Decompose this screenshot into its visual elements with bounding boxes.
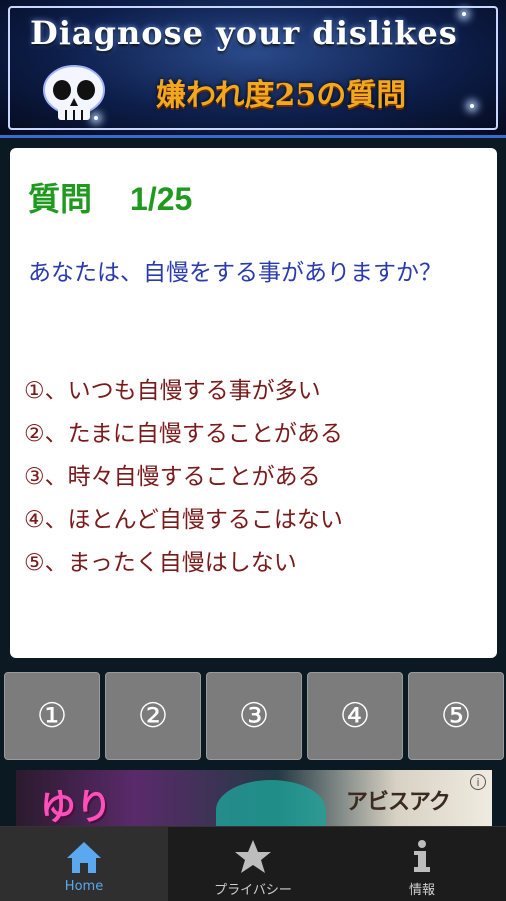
answer-button-5[interactable]: ⑤ xyxy=(408,672,504,760)
ad-character-art xyxy=(216,780,326,830)
header-banner: Diagnose your dislikes 嫌われ度25の質問 xyxy=(0,0,506,138)
ad-title: アビスアク xyxy=(346,789,451,815)
option-item-1: ①、いつも自慢する事が多い xyxy=(24,378,321,404)
option-item-4: ④、ほとんど自慢するこはない xyxy=(24,507,343,533)
question-heading: 質問 1/25 xyxy=(28,174,192,220)
question-label: 質問 xyxy=(28,181,93,217)
info-icon xyxy=(414,840,430,872)
question-card: 質問 1/25 あなたは、自慢をする事がありますか？ ①、いつも自慢する事が多い … xyxy=(10,148,497,658)
answer-buttons: ① ② ③ ④ ⑤ xyxy=(4,672,504,760)
question-text: あなたは、自慢をする事がありますか？ xyxy=(28,260,442,286)
option-item-5: ⑤、まったく自慢はしない xyxy=(24,550,297,576)
answer-button-3[interactable]: ③ xyxy=(206,672,302,760)
nav-label-info: 情報 xyxy=(408,883,435,898)
ad-info-icon[interactable]: i xyxy=(470,774,486,790)
ad-logo: ゆり xyxy=(40,787,113,828)
question-progress: 1/25 xyxy=(130,181,193,217)
nav-item-home[interactable]: Home xyxy=(0,827,168,901)
answer-button-4[interactable]: ④ xyxy=(307,672,403,760)
answer-button-1[interactable]: ① xyxy=(4,672,100,760)
option-list: ①、いつも自慢する事が多い ②、たまに自慢することがある ③、時々自慢することが… xyxy=(24,370,484,585)
option-item-2: ②、たまに自慢することがある xyxy=(24,421,343,447)
home-icon xyxy=(67,842,101,873)
nav-label-privacy: プライバシー xyxy=(214,883,292,898)
option-item-3: ③、時々自慢することがある xyxy=(24,464,321,490)
bottom-nav: Home プライバシー 情報 xyxy=(0,826,506,901)
nav-item-privacy[interactable]: プライバシー xyxy=(169,827,337,901)
star-icon xyxy=(235,840,271,873)
skull-icon xyxy=(43,65,105,120)
nav-item-info[interactable]: 情報 xyxy=(338,827,506,901)
sparkle xyxy=(470,104,474,108)
app-subtitle: 嫌われ度25の質問 xyxy=(156,78,407,113)
ad-banner[interactable]: ゆり アビスアク i xyxy=(16,770,492,830)
app-title: Diagnose your dislikes xyxy=(30,14,458,52)
answer-button-2[interactable]: ② xyxy=(105,672,201,760)
nav-label-home: Home xyxy=(64,879,104,894)
